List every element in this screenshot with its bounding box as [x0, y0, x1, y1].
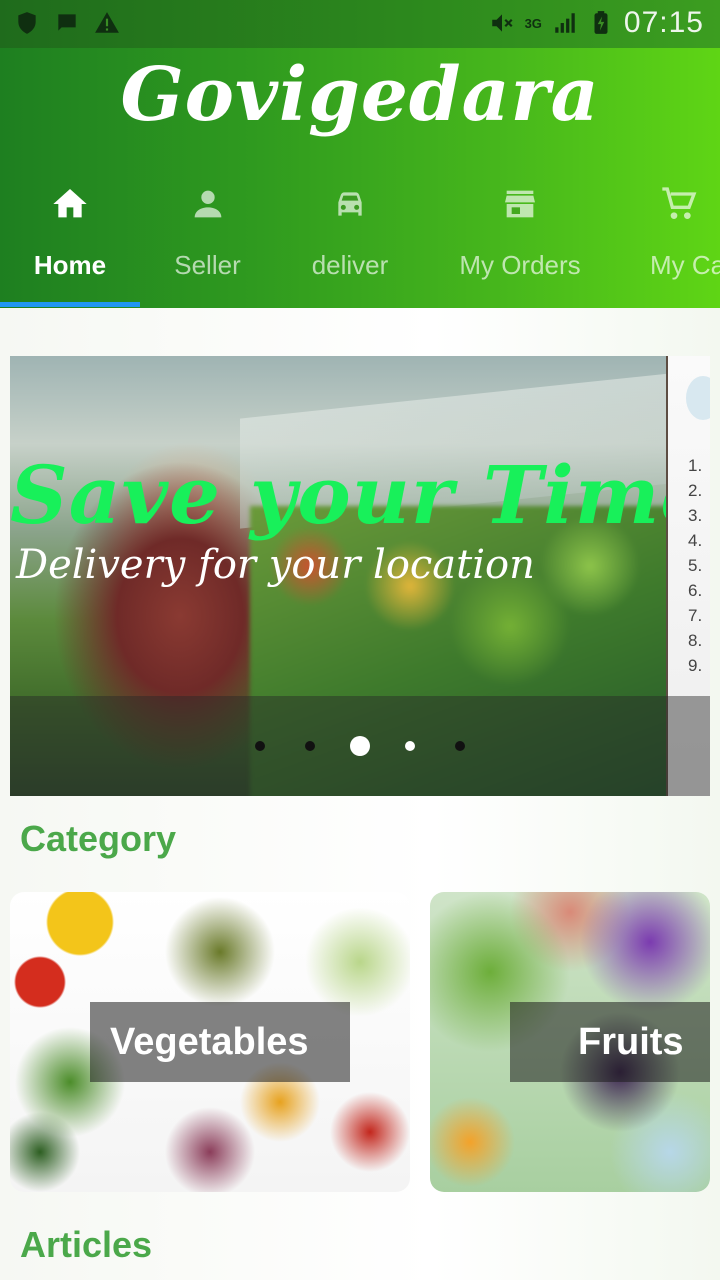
car-icon	[338, 192, 362, 216]
carousel-dot-active[interactable]	[350, 736, 370, 756]
peek-number: 3.	[688, 506, 703, 525]
tab-seller[interactable]: Seller	[140, 178, 275, 308]
chat-bubble-icon	[58, 14, 76, 31]
person-icon	[194, 190, 221, 218]
tab-label: deliver	[311, 250, 389, 280]
app-header: Govigedara Home Seller deliver My Orders…	[0, 48, 720, 308]
app-title: Govigedara	[120, 52, 600, 138]
tab-label: My Ca	[650, 250, 720, 280]
peek-number: 4.	[688, 531, 703, 550]
category-card-vegetables[interactable]: Vegetables	[10, 892, 410, 1192]
battery-charging-icon	[594, 11, 608, 34]
peek-number: 8.	[688, 631, 703, 650]
carousel-dots-bar	[10, 696, 666, 796]
carousel-dot[interactable]	[305, 741, 315, 751]
active-tab-indicator	[0, 302, 140, 307]
store-icon	[505, 190, 535, 218]
peek-number: 1.	[688, 456, 703, 475]
category-card-fruits[interactable]: Fruits	[430, 892, 710, 1192]
promo-banner[interactable]: Save your Time Delivery for your locatio…	[10, 356, 666, 796]
tab-my-orders[interactable]: My Orders	[425, 178, 615, 308]
shield-icon	[18, 12, 36, 34]
banner-subtitle: Delivery for your location	[16, 542, 535, 588]
cart-icon	[662, 187, 697, 219]
carousel-dot[interactable]	[455, 741, 465, 751]
next-slide-peek[interactable]: 1. 2. 3. 4. 5. 6. 7. 8. 9.	[666, 356, 710, 796]
tab-label: My Orders	[459, 250, 581, 280]
peek-shade	[666, 696, 710, 796]
peek-logo-icon	[686, 376, 710, 420]
category-label: Vegetables	[110, 1021, 309, 1063]
peek-number: 7.	[688, 606, 703, 625]
tab-label: Seller	[174, 250, 241, 280]
carousel-dot[interactable]	[405, 741, 415, 751]
category-heading: Category	[20, 818, 177, 859]
articles-heading: Articles	[20, 1224, 153, 1265]
network-type: 3G	[524, 15, 542, 31]
category-label: Fruits	[578, 1021, 684, 1063]
peek-number: 9.	[688, 656, 703, 675]
home-icon	[53, 189, 87, 218]
warning-icon	[95, 12, 119, 33]
peek-number: 6.	[688, 581, 703, 600]
clock: 07:15	[623, 6, 704, 39]
peek-number: 5.	[688, 556, 703, 575]
mute-icon	[491, 14, 513, 32]
tab-bar: Home Seller deliver My Orders My Ca	[0, 178, 720, 308]
carousel-dot[interactable]	[255, 741, 265, 751]
status-bar: 3G 07:15	[0, 0, 720, 48]
tab-deliver[interactable]: deliver	[275, 178, 425, 308]
signal-icon	[555, 13, 575, 33]
peek-number: 2.	[688, 481, 703, 500]
tab-home[interactable]: Home	[0, 178, 140, 308]
banner-title: Save your Time	[10, 448, 666, 542]
tab-label: Home	[33, 250, 107, 280]
tab-my-cart[interactable]: My Ca	[615, 178, 720, 308]
